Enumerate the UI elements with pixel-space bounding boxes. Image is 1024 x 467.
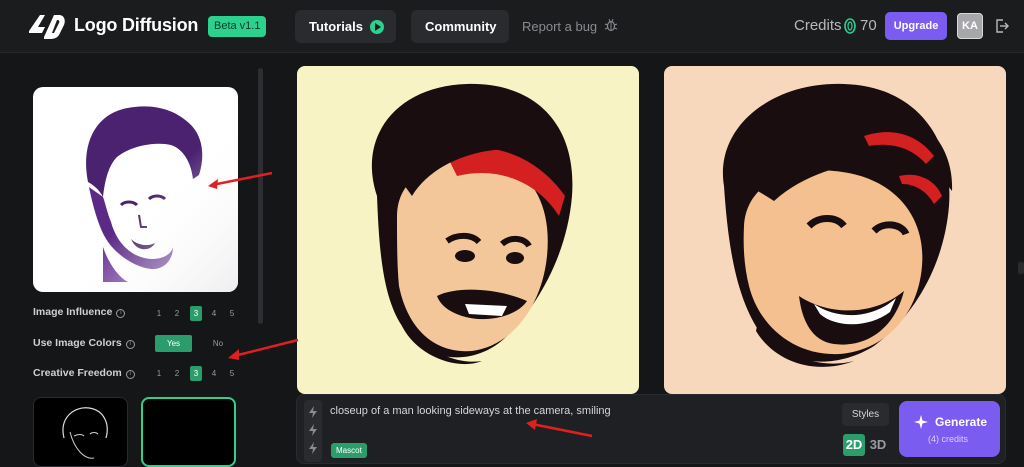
use-image-colors-label: Use Image Colors i	[33, 337, 135, 349]
style-thumbnail-blank[interactable]	[141, 397, 236, 467]
chevron-left-icon[interactable]	[1016, 260, 1024, 276]
coin-icon	[844, 18, 856, 34]
prompt-input[interactable]: closeup of a man looking sideways at the…	[330, 405, 611, 417]
tutorials-button[interactable]: Tutorials	[295, 10, 396, 43]
creative-freedom-step-2[interactable]: 2	[171, 366, 183, 381]
creative-freedom-step-1[interactable]: 1	[153, 366, 165, 381]
logo-icon	[29, 15, 65, 39]
mode-2d-toggle[interactable]: 2D	[843, 434, 865, 456]
logout-icon[interactable]	[994, 18, 1010, 34]
report-bug-link[interactable]: Report a bug	[522, 19, 597, 34]
credits-value: 70	[860, 17, 877, 34]
info-icon[interactable]: i	[125, 340, 135, 349]
beta-badge: Beta v1.1	[208, 16, 267, 37]
image-influence-label: Image Influence i	[33, 306, 126, 318]
generate-label: Generate	[935, 415, 988, 429]
generate-button[interactable]: Generate (4) credits	[899, 401, 1000, 457]
uploaded-sketch-image	[33, 87, 238, 292]
creative-freedom-step-3[interactable]: 3	[190, 366, 202, 381]
uploaded-image[interactable]	[33, 87, 238, 292]
bolt-icon[interactable]	[308, 424, 318, 436]
image-influence-step-4[interactable]: 4	[208, 306, 220, 321]
generated-image-2[interactable]	[664, 66, 1006, 394]
generated-image-1[interactable]	[297, 66, 639, 394]
generated-mascot-image	[722, 83, 953, 367]
use-colors-yes-toggle[interactable]: Yes	[155, 335, 192, 352]
creative-freedom-label: Creative Freedom i	[33, 367, 135, 379]
image-influence-step-2[interactable]: 2	[171, 306, 183, 321]
tutorials-label: Tutorials	[309, 19, 363, 34]
play-icon	[370, 20, 384, 34]
bolt-icon[interactable]	[308, 442, 318, 454]
upgrade-button[interactable]: Upgrade	[885, 12, 947, 40]
avatar[interactable]: KA	[957, 13, 983, 39]
community-button[interactable]: Community	[411, 10, 509, 43]
use-colors-no-toggle[interactable]: No	[208, 335, 228, 352]
bug-icon	[604, 18, 618, 32]
quick-actions	[304, 400, 322, 462]
styles-button[interactable]: Styles	[842, 403, 889, 426]
creative-freedom-step-5[interactable]: 5	[226, 366, 238, 381]
sparkle-icon	[914, 415, 928, 429]
sidebar-scrollbar[interactable]	[258, 68, 263, 324]
credits-label: Credits	[794, 17, 842, 34]
mode-3d-toggle[interactable]: 3D	[867, 434, 889, 456]
generate-credits: (4) credits	[928, 434, 969, 444]
info-icon[interactable]: i	[125, 370, 135, 379]
info-icon[interactable]: i	[116, 309, 126, 318]
mascot-tag[interactable]: Mascot	[331, 443, 367, 458]
sketch-thumbnail-image	[62, 407, 108, 459]
style-thumbnail-sketch[interactable]	[33, 397, 128, 467]
bolt-icon[interactable]	[308, 406, 318, 418]
logo-text: Logo Diffusion	[74, 15, 199, 35]
generated-mascot-image	[371, 83, 573, 365]
creative-freedom-step-4[interactable]: 4	[208, 366, 220, 381]
top-bar: Logo Diffusion Beta v1.1 Tutorials Commu…	[0, 0, 1024, 53]
image-influence-step-5[interactable]: 5	[226, 306, 238, 321]
image-influence-step-3[interactable]: 3	[190, 306, 202, 321]
image-influence-step-1[interactable]: 1	[153, 306, 165, 321]
